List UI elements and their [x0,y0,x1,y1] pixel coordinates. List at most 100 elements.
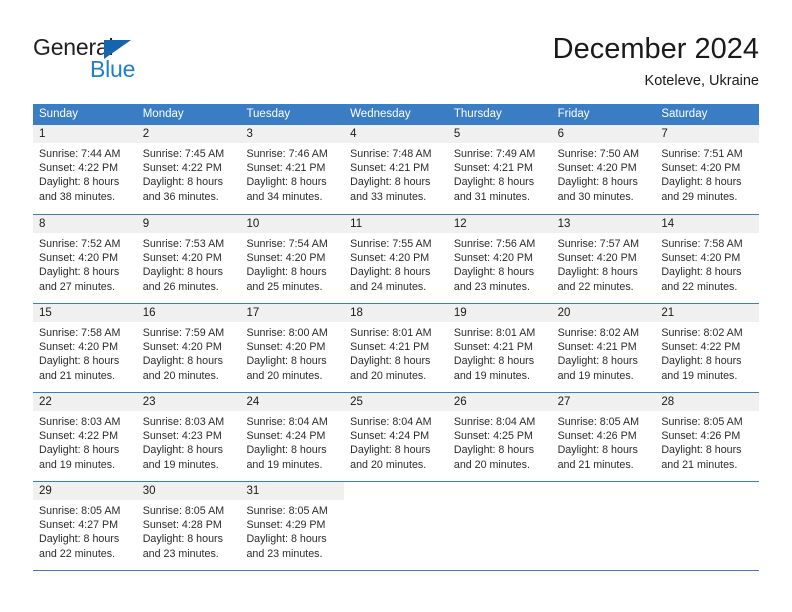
weekday-header-saturday: Saturday [661,108,708,120]
weekday-header-monday: Monday [142,108,184,120]
logo-text-blue: Blue [90,56,136,82]
day-number: 2 [142,128,150,140]
calendar-day-cell[interactable]: 7 Sunrise: 7:51 AM Sunset: 4:20 PM Daylight… [655,125,760,214]
day-number-bar [655,482,759,500]
daylight-duration-line2: and 19 minutes. [557,369,634,382]
daylight-duration-line1: Daylight: 8 hours [350,266,431,279]
day-number-bar: 10 [240,215,345,233]
day-details: Sunrise: 7:59 AM Sunset: 4:20 PM Daylight:… [137,322,241,383]
daylight-duration-line2: and 25 minutes. [246,280,323,293]
calendar-day-cell[interactable]: 19 Sunrise: 8:01 AM Sunset: 4:21 PM Dayligh… [447,304,552,392]
calendar-day-cell[interactable]: 24 Sunrise: 8:04 AM Sunset: 4:24 PM Dayligh… [240,393,345,481]
sunrise-time: Sunrise: 7:45 AM [142,148,225,160]
day-number: 30 [142,485,156,497]
calendar-day-cell[interactable]: 20 Sunrise: 8:02 AM Sunset: 4:21 PM Dayligh… [551,304,656,392]
day-details: Sunrise: 7:50 AM Sunset: 4:20 PM Daylight:… [552,143,656,204]
calendar-day-cell[interactable]: 5 Sunrise: 7:49 AM Sunset: 4:21 PM Daylight… [447,125,552,214]
daylight-duration-line2: and 23 minutes. [246,547,323,560]
daylight-duration-line1: Daylight: 8 hours [142,444,223,457]
day-number-bar: 19 [447,304,552,322]
calendar-day-cell[interactable]: 13 Sunrise: 7:57 AM Sunset: 4:20 PM Dayligh… [551,215,656,303]
day-details: Sunrise: 7:55 AM Sunset: 4:20 PM Daylight:… [344,233,448,294]
day-number-bar: 27 [551,393,656,411]
calendar-day-cell[interactable]: 10 Sunrise: 7:54 AM Sunset: 4:20 PM Dayligh… [240,215,345,303]
calendar-day-cell[interactable]: 8 Sunrise: 7:52 AM Sunset: 4:20 PM Daylight… [33,215,137,303]
day-number-bar: 12 [447,215,552,233]
calendar-day-cell[interactable]: 26 Sunrise: 8:04 AM Sunset: 4:25 PM Dayligh… [447,393,552,481]
daylight-duration-line2: and 22 minutes. [557,280,634,293]
calendar-day-cell[interactable]: 27 Sunrise: 8:05 AM Sunset: 4:26 PM Dayligh… [551,393,656,481]
day-number-bar: 31 [240,482,345,500]
calendar-day-cell[interactable]: 16 Sunrise: 7:59 AM Sunset: 4:20 PM Dayligh… [136,304,241,392]
sunset-time: Sunset: 4:20 PM [661,252,741,265]
calendar-day-cell[interactable]: 17 Sunrise: 8:00 AM Sunset: 4:20 PM Dayligh… [240,304,345,392]
sunset-time: Sunset: 4:20 PM [661,162,741,175]
daylight-duration-line1: Daylight: 8 hours [39,533,120,546]
daylight-duration-line2: and 22 minutes. [39,547,116,560]
sunrise-time: Sunrise: 7:44 AM [39,148,121,160]
weekday-header-sunday: Sunday [39,108,79,120]
calendar-day-cell[interactable]: 14 Sunrise: 7:58 AM Sunset: 4:20 PM Dayligh… [655,215,760,303]
sunset-time: Sunset: 4:21 PM [453,341,533,354]
day-details: Sunrise: 7:44 AM Sunset: 4:22 PM Daylight:… [33,143,137,204]
sunrise-time: Sunrise: 7:48 AM [350,148,432,160]
daylight-duration-line1: Daylight: 8 hours [246,266,327,279]
daylight-duration-line2: and 20 minutes. [350,369,427,382]
sunset-time: Sunset: 4:27 PM [39,519,119,532]
sunset-time: Sunset: 4:20 PM [557,162,637,175]
daylight-duration-line2: and 22 minutes. [661,280,738,293]
calendar-day-cell[interactable]: 1 Sunrise: 7:44 AM Sunset: 4:22 PM Daylight… [33,125,137,214]
calendar-day-cell[interactable]: 4 Sunrise: 7:48 AM Sunset: 4:21 PM Daylight… [344,125,448,214]
daylight-duration-line2: and 24 minutes. [350,280,427,293]
daylight-duration-line2: and 38 minutes. [39,190,116,203]
daylight-duration-line1: Daylight: 8 hours [350,355,431,368]
day-details [655,500,759,504]
calendar-day-cell-empty [655,482,759,570]
calendar-day-cell[interactable]: 29 Sunrise: 8:05 AM Sunset: 4:27 PM Dayligh… [33,482,137,570]
calendar-day-cell[interactable]: 3 Sunrise: 7:46 AM Sunset: 4:21 PM Daylight… [240,125,345,214]
calendar-day-cell[interactable]: 15 Sunrise: 7:58 AM Sunset: 4:20 PM Dayligh… [33,304,137,392]
calendar-day-cell[interactable]: 30 Sunrise: 8:05 AM Sunset: 4:28 PM Dayligh… [136,482,241,570]
day-number: 15 [39,307,52,319]
daylight-duration-line1: Daylight: 8 hours [142,355,223,368]
sunrise-time: Sunrise: 8:04 AM [246,416,328,428]
day-number-bar: 7 [655,125,760,143]
calendar-day-cell[interactable]: 11 Sunrise: 7:55 AM Sunset: 4:20 PM Dayligh… [344,215,448,303]
day-number-bar: 5 [447,125,552,143]
day-details: Sunrise: 8:00 AM Sunset: 4:20 PM Daylight:… [240,322,344,383]
day-details: Sunrise: 8:01 AM Sunset: 4:21 PM Daylight:… [448,322,552,383]
sunset-time: Sunset: 4:20 PM [39,252,119,265]
day-number-bar [448,482,552,500]
calendar-day-cell[interactable]: 31 Sunrise: 8:05 AM Sunset: 4:29 PM Dayligh… [240,482,345,570]
calendar-day-cell[interactable]: 23 Sunrise: 8:03 AM Sunset: 4:23 PM Dayligh… [136,393,241,481]
sunset-time: Sunset: 4:22 PM [39,430,119,443]
day-details: Sunrise: 7:52 AM Sunset: 4:20 PM Daylight:… [33,233,137,294]
sunset-time: Sunset: 4:20 PM [246,252,326,265]
daylight-duration-line1: Daylight: 8 hours [142,266,223,279]
daylight-duration-line2: and 20 minutes. [142,369,219,382]
day-details: Sunrise: 8:03 AM Sunset: 4:23 PM Daylight:… [137,411,241,472]
sunrise-time: Sunrise: 8:05 AM [39,505,121,517]
calendar-day-cell[interactable]: 2 Sunrise: 7:45 AM Sunset: 4:22 PM Daylight… [136,125,241,214]
sunset-time: Sunset: 4:25 PM [453,430,533,443]
sunrise-time: Sunrise: 7:54 AM [246,238,328,250]
sunset-time: Sunset: 4:24 PM [246,430,326,443]
calendar-weeks: 1 Sunrise: 7:44 AM Sunset: 4:22 PM Daylight… [33,125,760,570]
sunrise-time: Sunrise: 7:56 AM [453,238,536,250]
calendar-day-cell[interactable]: 12 Sunrise: 7:56 AM Sunset: 4:20 PM Dayligh… [447,215,552,303]
daylight-duration-line2: and 29 minutes. [661,190,738,203]
day-number-bar: 4 [344,125,448,143]
calendar-day-cell[interactable]: 18 Sunrise: 8:01 AM Sunset: 4:21 PM Dayligh… [344,304,448,392]
calendar-day-cell[interactable]: 9 Sunrise: 7:53 AM Sunset: 4:20 PM Daylight… [136,215,241,303]
calendar-day-cell[interactable]: 6 Sunrise: 7:50 AM Sunset: 4:20 PM Daylight… [551,125,656,214]
calendar-day-cell[interactable]: 21 Sunrise: 8:02 AM Sunset: 4:22 PM Dayligh… [655,304,760,392]
calendar-day-cell[interactable]: 25 Sunrise: 8:04 AM Sunset: 4:24 PM Dayligh… [344,393,448,481]
sunrise-time: Sunrise: 8:03 AM [39,416,121,428]
calendar-day-cell[interactable]: 22 Sunrise: 8:03 AM Sunset: 4:22 PM Dayligh… [33,393,137,481]
daylight-duration-line1: Daylight: 8 hours [350,444,431,457]
sunrise-time: Sunrise: 8:05 AM [246,505,328,517]
calendar-day-cell[interactable]: 28 Sunrise: 8:05 AM Sunset: 4:26 PM Dayligh… [655,393,760,481]
daylight-duration-line1: Daylight: 8 hours [246,355,327,368]
day-number: 12 [453,218,467,230]
day-details: Sunrise: 8:04 AM Sunset: 4:25 PM Daylight:… [448,411,552,472]
